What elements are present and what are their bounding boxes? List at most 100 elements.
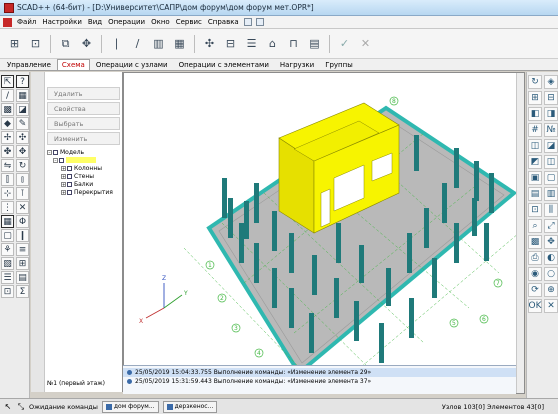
view-left-icon[interactable]: ◧ bbox=[528, 107, 542, 121]
ok-icon[interactable]: OK bbox=[528, 299, 542, 313]
move-icon[interactable]: ✥ bbox=[78, 35, 95, 52]
hide-icon[interactable]: ◉ bbox=[528, 267, 542, 281]
join-icon[interactable]: ⫾ bbox=[16, 173, 29, 186]
menu-window[interactable]: Окно bbox=[148, 18, 173, 26]
column[interactable] bbox=[407, 233, 412, 273]
table-icon[interactable]: ▤ bbox=[306, 35, 323, 52]
checkbox[interactable] bbox=[67, 189, 72, 195]
element-minus-icon[interactable]: ✥ bbox=[16, 145, 29, 158]
tab-control[interactable]: Управление bbox=[2, 59, 56, 70]
floor-plan-icon[interactable]: ⌂ bbox=[264, 35, 281, 52]
column[interactable] bbox=[424, 208, 429, 248]
list-icon[interactable]: ☰ bbox=[1, 271, 14, 284]
column[interactable] bbox=[244, 201, 249, 239]
properties-button[interactable]: Свойства bbox=[47, 102, 120, 115]
column[interactable] bbox=[228, 198, 233, 238]
copy-icon[interactable]: ⧉ bbox=[57, 35, 74, 52]
node-plus-icon[interactable]: ✢ bbox=[1, 131, 14, 144]
cube-1-icon[interactable]: ◫ bbox=[528, 139, 542, 153]
cube-8-icon[interactable]: ▥ bbox=[544, 187, 558, 201]
column[interactable] bbox=[239, 223, 244, 263]
model-viewport[interactable]: 1 2 3 4 5 6 7 8 Z Y X bbox=[123, 72, 525, 394]
delete-icon[interactable]: ✕ bbox=[16, 201, 29, 214]
layer-icon[interactable]: ≡ bbox=[16, 243, 29, 256]
edit-button[interactable]: Изменить bbox=[47, 132, 120, 145]
column[interactable] bbox=[254, 183, 259, 223]
array-icon[interactable]: ⋮ bbox=[1, 201, 14, 214]
column[interactable] bbox=[359, 245, 364, 283]
menu-operations[interactable]: Операции bbox=[105, 18, 148, 26]
highlight-icon[interactable]: ▩ bbox=[528, 235, 542, 249]
menu-service[interactable]: Сервис bbox=[173, 18, 205, 26]
column[interactable] bbox=[409, 298, 414, 338]
column[interactable] bbox=[222, 178, 227, 218]
fit-icon[interactable]: ⤢ bbox=[544, 219, 558, 233]
column[interactable] bbox=[432, 258, 437, 298]
tab-groups[interactable]: Группы bbox=[320, 59, 358, 70]
checkbox[interactable] bbox=[67, 173, 72, 179]
column[interactable] bbox=[489, 173, 494, 213]
tree-node-columns[interactable]: + Колонны bbox=[47, 164, 123, 172]
phi-icon[interactable]: Φ bbox=[16, 215, 29, 228]
menu-view[interactable]: Вид bbox=[85, 18, 105, 26]
slab-tool-icon[interactable]: ▦ bbox=[171, 35, 188, 52]
section-icon[interactable]: ⊓ bbox=[285, 35, 302, 52]
viewport-scrollbar[interactable] bbox=[516, 73, 524, 393]
fill-icon[interactable]: ▧ bbox=[1, 257, 14, 270]
column[interactable] bbox=[312, 255, 317, 295]
collapse-icon[interactable]: – bbox=[47, 149, 52, 155]
app-menu-icon[interactable] bbox=[3, 17, 12, 27]
wall-tool-icon[interactable]: ▥ bbox=[150, 35, 167, 52]
brush-icon[interactable]: ⚘ bbox=[1, 243, 14, 256]
column[interactable] bbox=[354, 301, 359, 341]
cube-5-icon[interactable]: ▣ bbox=[528, 171, 542, 185]
help-cursor-icon[interactable]: ? bbox=[16, 75, 29, 88]
undo-icon[interactable] bbox=[243, 18, 252, 26]
node-minus-icon[interactable]: ✣ bbox=[16, 131, 29, 144]
tree-node-slabs[interactable]: + Перекрытия bbox=[47, 188, 123, 196]
mesh-icon[interactable]: ⊟ bbox=[222, 35, 239, 52]
pen-icon[interactable]: ✎ bbox=[16, 117, 29, 130]
cube-7-icon[interactable]: ▤ bbox=[528, 187, 542, 201]
tree-node-walls[interactable]: + Стены bbox=[47, 172, 123, 180]
view-iso-icon[interactable]: ◈ bbox=[544, 75, 558, 89]
zoom-icon[interactable]: ⌕ bbox=[528, 219, 542, 233]
snap-icon[interactable]: ✣ bbox=[201, 35, 218, 52]
menu-settings[interactable]: Настройки bbox=[39, 18, 85, 26]
measure-icon[interactable]: ⊹ bbox=[1, 187, 14, 200]
column[interactable] bbox=[379, 323, 384, 363]
grid-icon[interactable]: ▦ bbox=[16, 89, 29, 102]
tab-loads[interactable]: Нагрузки bbox=[275, 59, 319, 70]
column[interactable] bbox=[414, 135, 419, 171]
layers-icon[interactable]: ☰ bbox=[243, 35, 260, 52]
menu-file[interactable]: Файл bbox=[14, 18, 39, 26]
view-rotate-icon[interactable]: ↻ bbox=[528, 75, 542, 89]
cube-6-icon[interactable]: ▢ bbox=[544, 171, 558, 185]
element-plus-icon[interactable]: ✤ bbox=[1, 145, 14, 158]
node-numbers-icon[interactable]: # bbox=[528, 123, 542, 137]
checkbox[interactable] bbox=[67, 165, 72, 171]
column[interactable] bbox=[334, 278, 339, 318]
frame-icon[interactable]: ⊡ bbox=[1, 285, 14, 298]
expand-icon[interactable]: + bbox=[61, 189, 66, 195]
column[interactable] bbox=[254, 243, 259, 283]
view-front-icon[interactable]: ⊞ bbox=[528, 91, 542, 105]
node-table-icon[interactable]: ⊞ bbox=[16, 257, 29, 270]
cube-3-icon[interactable]: ◩ bbox=[528, 155, 542, 169]
tab-node-operations[interactable]: Операции с узлами bbox=[91, 59, 173, 70]
chart-icon[interactable]: ▤ bbox=[16, 271, 29, 284]
dimension-icon[interactable]: ⊺ bbox=[16, 187, 29, 200]
model-canvas[interactable]: 1 2 3 4 5 6 7 8 Z Y X bbox=[124, 73, 520, 393]
column[interactable] bbox=[454, 223, 459, 263]
column[interactable] bbox=[272, 268, 277, 308]
color-icon[interactable]: ◆ bbox=[1, 117, 14, 130]
column[interactable] bbox=[289, 288, 294, 328]
shade-icon[interactable]: ◐ bbox=[544, 251, 558, 265]
checkbox[interactable] bbox=[59, 157, 64, 163]
tree-node-floor[interactable]: – bbox=[47, 156, 123, 164]
select-icon[interactable]: ⇱ bbox=[1, 75, 14, 88]
calc-icon[interactable]: Σ bbox=[16, 285, 29, 298]
pan-icon[interactable]: ✥ bbox=[544, 235, 558, 249]
refresh-icon[interactable]: ⟳ bbox=[528, 283, 542, 297]
column[interactable] bbox=[309, 313, 314, 353]
